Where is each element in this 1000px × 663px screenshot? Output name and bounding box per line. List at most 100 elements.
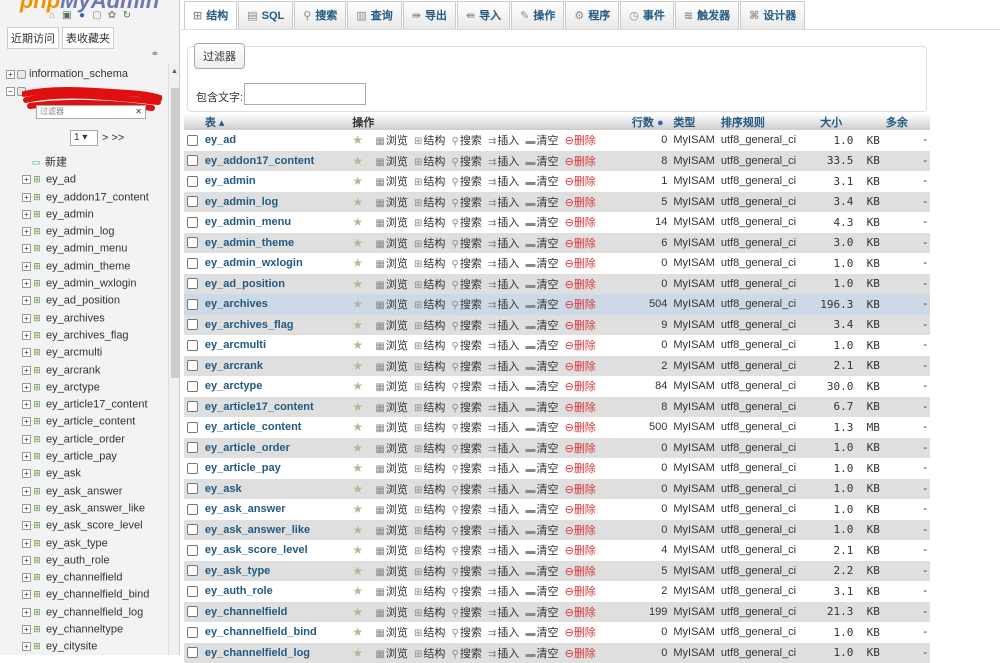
- favorite-star-icon[interactable]: ★: [352, 482, 363, 496]
- row-checkbox[interactable]: [187, 217, 198, 228]
- tree-table-item[interactable]: +⊞ey_arcrank: [0, 362, 168, 379]
- structure-action[interactable]: ⊞结构: [414, 627, 445, 639]
- empty-action[interactable]: ▬清空: [525, 586, 558, 598]
- drop-action[interactable]: ⊖删除: [565, 156, 596, 168]
- tree-table-item[interactable]: +⊞ey_auth_role: [0, 552, 168, 569]
- home-icon[interactable]: ⌂: [46, 10, 58, 22]
- empty-action[interactable]: ▬清空: [525, 156, 558, 168]
- tab-routines[interactable]: ⚙程序: [565, 1, 619, 29]
- favorite-star-icon[interactable]: ★: [352, 195, 363, 209]
- tree-table-item[interactable]: +⊞ey_ad: [0, 171, 168, 188]
- browse-action[interactable]: ▦浏览: [375, 422, 407, 434]
- insert-action[interactable]: ⇉插入: [488, 381, 519, 393]
- tree-table-item[interactable]: +⊞ey_archives: [0, 310, 168, 327]
- empty-action[interactable]: ▬清空: [525, 176, 558, 188]
- drop-action[interactable]: ⊖删除: [565, 340, 596, 352]
- table-name-link[interactable]: ey_archives: [205, 298, 268, 310]
- insert-action[interactable]: ⇉插入: [488, 566, 519, 578]
- browse-action[interactable]: ▦浏览: [375, 627, 407, 639]
- logout-icon[interactable]: ▣: [61, 10, 73, 22]
- search-action[interactable]: ⚲搜索: [452, 258, 482, 270]
- table-row[interactable]: ey_ask_score_level★ ▦浏览 ⊞结构 ⚲搜索 ⇉插入 ▬清空 …: [184, 540, 930, 561]
- expand-icon[interactable]: +: [22, 296, 31, 305]
- drop-action[interactable]: ⊖删除: [565, 443, 596, 455]
- table-name-link[interactable]: ey_archives_flag: [205, 319, 294, 331]
- favorite-star-icon[interactable]: ★: [352, 564, 363, 578]
- row-checkbox[interactable]: [187, 647, 198, 658]
- size[interactable]: 1.0 KB: [817, 438, 883, 459]
- empty-action[interactable]: ▬清空: [525, 545, 558, 557]
- row-checkbox[interactable]: [187, 545, 198, 556]
- drop-action[interactable]: ⊖删除: [565, 627, 596, 639]
- insert-action[interactable]: ⇉插入: [488, 402, 519, 414]
- drop-action[interactable]: ⊖删除: [565, 463, 596, 475]
- structure-action[interactable]: ⊞结构: [414, 545, 445, 557]
- search-action[interactable]: ⚲搜索: [452, 586, 482, 598]
- structure-action[interactable]: ⊞结构: [414, 156, 445, 168]
- insert-action[interactable]: ⇉插入: [488, 586, 519, 598]
- browse-action[interactable]: ▦浏览: [375, 443, 407, 455]
- clear-icon[interactable]: ✕: [135, 106, 142, 118]
- search-action[interactable]: ⚲搜索: [452, 525, 482, 537]
- row-checkbox[interactable]: [187, 196, 198, 207]
- search-action[interactable]: ⚲搜索: [452, 648, 482, 660]
- expand-icon[interactable]: +: [22, 642, 31, 651]
- table-filter-input[interactable]: 过滤器✕: [36, 105, 146, 119]
- size[interactable]: 1.0 KB: [817, 499, 883, 520]
- empty-action[interactable]: ▬清空: [525, 340, 558, 352]
- search-action[interactable]: ⚲搜索: [452, 238, 482, 250]
- size[interactable]: 1.0 KB: [817, 622, 883, 643]
- size[interactable]: 3.0 KB: [817, 233, 883, 254]
- empty-action[interactable]: ▬清空: [525, 402, 558, 414]
- tab-structure[interactable]: ⊞结构: [184, 1, 237, 29]
- browse-action[interactable]: ▦浏览: [375, 648, 407, 660]
- tree-table-item[interactable]: +⊞ey_ask_score_level: [0, 517, 168, 534]
- drop-action[interactable]: ⊖删除: [565, 381, 596, 393]
- browse-action[interactable]: ▦浏览: [375, 402, 407, 414]
- table-name-link[interactable]: ey_arcrank: [205, 360, 263, 372]
- expand-icon[interactable]: +: [22, 590, 31, 599]
- browse-action[interactable]: ▦浏览: [375, 545, 407, 557]
- expand-icon[interactable]: +: [22, 348, 31, 357]
- insert-action[interactable]: ⇉插入: [488, 320, 519, 332]
- search-action[interactable]: ⚲搜索: [452, 340, 482, 352]
- reload-icon[interactable]: ↻: [121, 10, 133, 22]
- tree-table-item[interactable]: +⊞ey_channeltype: [0, 621, 168, 638]
- drop-action[interactable]: ⊖删除: [565, 217, 596, 229]
- row-checkbox[interactable]: [187, 381, 198, 392]
- insert-action[interactable]: ⇉插入: [488, 463, 519, 475]
- row-checkbox[interactable]: [187, 483, 198, 494]
- favorite-star-icon[interactable]: ★: [352, 461, 363, 475]
- tree-table-item[interactable]: +⊞ey_article_pay: [0, 448, 168, 465]
- expand-icon[interactable]: +: [22, 452, 31, 461]
- row-checkbox[interactable]: [187, 155, 198, 166]
- browse-action[interactable]: ▦浏览: [375, 135, 407, 147]
- insert-action[interactable]: ⇉插入: [488, 135, 519, 147]
- drop-action[interactable]: ⊖删除: [565, 238, 596, 250]
- empty-action[interactable]: ▬清空: [525, 258, 558, 270]
- tree-table-item[interactable]: +⊞ey_channelfield: [0, 569, 168, 586]
- browse-action[interactable]: ▦浏览: [375, 525, 407, 537]
- table-row[interactable]: ey_ask_answer★ ▦浏览 ⊞结构 ⚲搜索 ⇉插入 ▬清空 ⊖删除0M…: [184, 499, 930, 520]
- filter-text-input[interactable]: [244, 83, 366, 105]
- page-select[interactable]: 1 ▾: [70, 130, 98, 146]
- expand-icon[interactable]: +: [22, 193, 31, 202]
- search-action[interactable]: ⚲搜索: [452, 299, 482, 311]
- expand-icon[interactable]: +: [22, 573, 31, 582]
- row-checkbox[interactable]: [187, 340, 198, 351]
- drop-action[interactable]: ⊖删除: [565, 648, 596, 660]
- insert-action[interactable]: ⇉插入: [488, 299, 519, 311]
- size[interactable]: 1.0 KB: [817, 335, 883, 356]
- structure-action[interactable]: ⊞结构: [414, 176, 445, 188]
- insert-action[interactable]: ⇉插入: [488, 156, 519, 168]
- empty-action[interactable]: ▬清空: [525, 607, 558, 619]
- drop-action[interactable]: ⊖删除: [565, 484, 596, 496]
- empty-action[interactable]: ▬清空: [525, 525, 558, 537]
- table-row[interactable]: ey_ad_position★ ▦浏览 ⊞结构 ⚲搜索 ⇉插入 ▬清空 ⊖删除0…: [184, 274, 930, 295]
- empty-action[interactable]: ▬清空: [525, 197, 558, 209]
- empty-action[interactable]: ▬清空: [525, 361, 558, 373]
- size[interactable]: 1.0 KB: [817, 458, 883, 479]
- search-action[interactable]: ⚲搜索: [452, 402, 482, 414]
- expand-icon[interactable]: +: [22, 487, 31, 496]
- tree-table-item[interactable]: +⊞ey_channelfield_log: [0, 604, 168, 621]
